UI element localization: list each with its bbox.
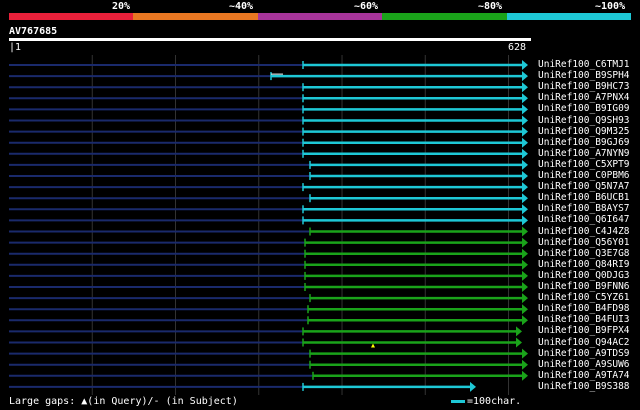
- hit-label[interactable]: UniRef100_A7PNX4: [538, 93, 630, 103]
- hit-label[interactable]: UniRef100_A9SUW6: [538, 359, 630, 370]
- hit-label[interactable]: UniRef100_B4FD98: [538, 304, 630, 314]
- hit-label[interactable]: UniRef100_C4J4Z8: [538, 226, 630, 237]
- hit-label[interactable]: UniRef100_B4FUI3: [538, 315, 630, 325]
- hit-arrow-head: [522, 370, 528, 381]
- hit-arrow-head: [522, 193, 528, 204]
- hit-arrow-head: [522, 159, 528, 170]
- legend-color-segment: [133, 13, 259, 20]
- hit-arrow-head: [470, 381, 476, 392]
- large-gaps-label: Large gaps:: [9, 396, 76, 407]
- identity-color-legend: [9, 13, 632, 20]
- hit-arrow-head: [522, 60, 528, 70]
- hit-label[interactable]: UniRef100_Q5N7A7: [538, 182, 630, 192]
- hit-label[interactable]: UniRef100_B6UCB1: [538, 193, 630, 203]
- legend-color-segment: [9, 13, 134, 20]
- legend-percent-label: ~100%: [595, 1, 626, 12]
- hit-arrow-head: [522, 126, 528, 137]
- hit-label[interactable]: UniRef100_A9TA74: [538, 370, 630, 381]
- hit-arrow-head: [522, 348, 528, 359]
- query-end-label: 628: [508, 42, 527, 53]
- hit-arrow-head: [522, 270, 528, 281]
- legend-color-segment: [257, 13, 383, 20]
- hit-label[interactable]: UniRef100_Q0DJG3: [538, 270, 630, 281]
- scale-text: =100char.: [467, 396, 522, 407]
- hit-arrow-head: [522, 93, 528, 104]
- query-id: AV767685: [9, 26, 58, 37]
- legend-color-segment: [382, 13, 508, 20]
- large-gaps-legend: Large gaps: ▲(in Query)/- (in Subject): [9, 396, 238, 407]
- hit-label[interactable]: UniRef100_B9IG09: [538, 104, 630, 114]
- hit-arrow-head: [522, 71, 528, 82]
- hit-arrow-head: [522, 148, 528, 159]
- hit-arrow-head: [522, 304, 528, 315]
- hit-label[interactable]: UniRef100_B8AYS7: [538, 204, 630, 214]
- legend-percent-label: ~40%: [229, 1, 254, 12]
- hit-arrow-head: [522, 82, 528, 93]
- hit-label[interactable]: UniRef100_B9FNN6: [538, 282, 630, 292]
- hit-label[interactable]: UniRef100_Q84RI9: [538, 259, 630, 270]
- legend-percent-label: ~60%: [354, 1, 379, 12]
- hit-arrow-head: [522, 282, 528, 292]
- subject-gap-icon: -: [153, 396, 160, 407]
- hit-label[interactable]: UniRef100_C0PBM6: [538, 171, 630, 181]
- hit-arrow-head: [522, 171, 528, 181]
- hit-arrow-head: [522, 115, 528, 126]
- hit-label[interactable]: UniRef100_Q94AC2: [538, 337, 630, 348]
- hit-arrow-head: [522, 204, 528, 215]
- hit-label[interactable]: UniRef100_B9S388: [538, 381, 630, 392]
- in-subject-text: (in Subject): [165, 396, 238, 407]
- hit-label[interactable]: UniRef100_Q9M325: [538, 126, 630, 137]
- query-start-label: |1: [9, 42, 22, 53]
- hit-label[interactable]: UniRef100_Q56Y01: [538, 237, 630, 248]
- hit-label[interactable]: UniRef100_B9SPH4: [538, 71, 630, 81]
- hit-label[interactable]: UniRef100_B9GJ69: [538, 137, 630, 148]
- hit-label[interactable]: UniRef100_Q3E7G8: [538, 248, 630, 259]
- hit-arrow-head: [522, 237, 528, 248]
- hit-label[interactable]: UniRef100_C6TMJ1: [538, 60, 630, 70]
- hit-label[interactable]: UniRef100_Q6I647: [538, 215, 630, 225]
- legend-percent-label: ~80%: [478, 1, 503, 12]
- query-bar: [9, 38, 531, 41]
- hit-arrow-head: [522, 226, 528, 237]
- hit-arrow-head: [522, 259, 528, 270]
- hit-arrow-head: [522, 315, 528, 326]
- hit-arrow-head: [522, 359, 528, 370]
- hit-arrow-head: [516, 326, 522, 337]
- scale-legend: =100char.: [451, 396, 521, 407]
- scale-key-icon: [451, 399, 465, 403]
- hit-arrow-head: [522, 137, 528, 148]
- hit-label[interactable]: UniRef100_B9FPX4: [538, 326, 630, 336]
- hit-arrow-head: [522, 293, 528, 304]
- hit-label[interactable]: UniRef100_B9HC73: [538, 82, 630, 92]
- legend-percent-labels: 20% ~40% ~60% ~80% ~100%: [0, 0, 640, 14]
- hit-arrow-head: [522, 182, 528, 193]
- query-gap-marker: [371, 343, 375, 348]
- hit-label[interactable]: UniRef100_Q9SH93: [538, 115, 630, 126]
- legend-color-segment: [506, 13, 632, 20]
- hit-arrow-head: [516, 337, 522, 348]
- legend-percent-label: 20%: [112, 1, 131, 12]
- hit-label[interactable]: UniRef100_A7NYN9: [538, 148, 630, 159]
- hit-arrow-head: [522, 104, 528, 115]
- hit-label[interactable]: UniRef100_C5YZ61: [538, 293, 630, 303]
- hit-arrow-head: [522, 248, 528, 259]
- hit-label[interactable]: UniRef100_C5XPT9: [538, 159, 630, 170]
- hit-label[interactable]: UniRef100_A9TDS9: [538, 348, 630, 359]
- hit-arrow-head: [522, 215, 528, 226]
- in-query-text: (in Query)/: [87, 396, 154, 407]
